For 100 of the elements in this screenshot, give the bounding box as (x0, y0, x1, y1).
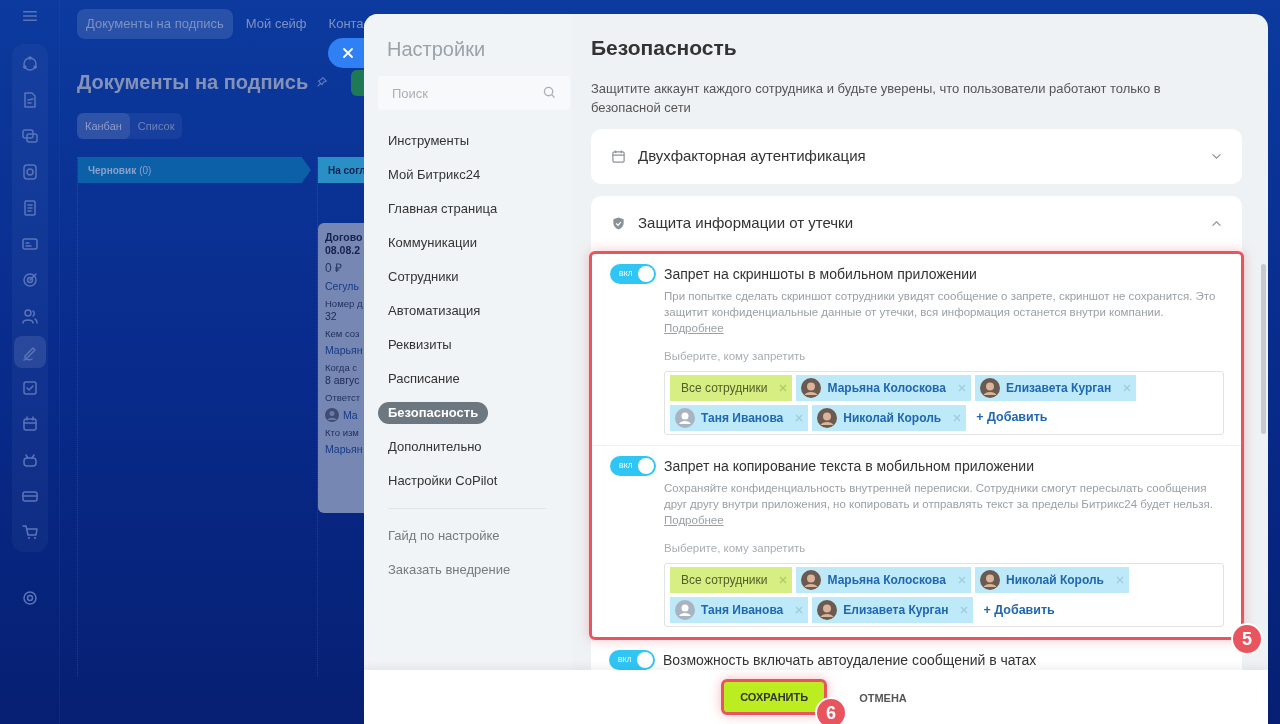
card-link[interactable]: Марьян (325, 443, 364, 457)
accordion-title[interactable]: Двухфакторная аутентификация (638, 144, 1199, 168)
settings-menu-item[interactable]: Сотрудники (378, 260, 469, 294)
settings-menu-item[interactable]: Автоматизация (378, 294, 491, 328)
id-card-icon[interactable] (20, 235, 39, 253)
column-header: На согл (318, 157, 364, 183)
recipient-field[interactable]: Все сотрудники Марьяна Колоскова Елизавета Курган Таня Иванова Николай Король + Добавить (664, 370, 1224, 435)
card-person[interactable]: Ма (343, 408, 358, 422)
remove-icon[interactable] (795, 413, 804, 422)
column-count: (0) (139, 163, 152, 178)
recipient-tag[interactable]: Николай Король (975, 567, 1129, 593)
settings-link[interactable]: Гайд по настройке (378, 519, 572, 553)
card-label: Номер д (325, 298, 364, 311)
avatar-icon (980, 377, 1000, 398)
add-link[interactable]: + Добавить (970, 408, 1054, 428)
close-icon (342, 47, 354, 59)
settings-menu-item[interactable]: Безопасность (378, 402, 489, 424)
nav-tab[interactable]: Мой сейф (236, 9, 316, 39)
settings-menu-item[interactable]: Инструменты (378, 124, 480, 158)
cancel-button[interactable]: ОТМЕНА (855, 690, 911, 707)
chevron-icon[interactable] (1211, 219, 1222, 227)
card-title: Догово (325, 231, 364, 245)
remove-icon[interactable] (1123, 383, 1132, 392)
picker-label: Выберите, кому запретить (664, 348, 807, 364)
card-label: Кто изм (325, 427, 360, 440)
menu-icon[interactable] (21, 10, 38, 22)
people-icon[interactable] (20, 307, 39, 325)
section-title: Безопасность (591, 35, 738, 61)
card-label: Кем соз (325, 328, 361, 341)
chat-icon[interactable] (20, 127, 39, 145)
search-icon[interactable] (543, 86, 556, 99)
recipient-tag[interactable]: Все сотрудники (670, 567, 793, 593)
search-field[interactable]: Поиск (378, 76, 570, 110)
recipient-tag[interactable]: Все сотрудники (670, 374, 793, 401)
shield-icon (611, 215, 626, 231)
remove-icon[interactable] (958, 576, 966, 584)
step-badge: 5 (1231, 623, 1263, 655)
card-amount: 0 ₽ (325, 261, 343, 277)
recipient-tag[interactable]: Елизавета Курган (975, 374, 1137, 401)
card-value: 8 авгус (325, 374, 361, 388)
option-title: Запрет на скриншоты в мобильном приложении (664, 264, 978, 284)
nav-tab[interactable]: Документы на подпись (77, 9, 233, 39)
remove-icon[interactable] (958, 383, 966, 392)
more-link[interactable]: Подробнее (664, 513, 724, 526)
nav-tab[interactable]: Конта (319, 9, 364, 39)
remove-icon[interactable] (795, 606, 804, 614)
settings-menu-item[interactable]: Дополнительно (378, 430, 492, 464)
recipient-tag[interactable]: Таня Иванова (670, 404, 809, 431)
pin-icon[interactable] (316, 75, 329, 88)
settings-menu-item[interactable]: Настройки CoPilot (378, 464, 508, 498)
avatar-icon (801, 377, 822, 398)
settings-icon[interactable] (20, 589, 39, 607)
step-badge: 6 (815, 697, 848, 724)
option-title: Запрет на копирование текста в мобильном приложении (664, 456, 1035, 476)
view-tab[interactable]: Список (129, 112, 183, 139)
cart-icon[interactable] (20, 523, 39, 541)
calendar-icon (611, 148, 626, 164)
card-label: Когда с (325, 362, 359, 375)
settings-menu-item[interactable]: Коммуникации (378, 226, 487, 260)
chevron-icon[interactable] (1211, 152, 1222, 160)
remove-icon[interactable] (960, 606, 969, 614)
checkbox-icon[interactable] (20, 379, 39, 397)
page-title: Документы на подпись (77, 69, 309, 95)
remove-icon[interactable] (779, 383, 788, 392)
settings-menu-item[interactable]: Расписание (378, 362, 470, 396)
remove-icon[interactable] (1115, 576, 1124, 584)
avatar-icon (325, 408, 339, 423)
card-value: 32 (325, 310, 338, 324)
recipient-tag[interactable]: Таня Иванова (670, 597, 809, 623)
column-title: Черновик (88, 163, 137, 178)
sync-icon[interactable] (20, 55, 39, 73)
remove-icon[interactable] (779, 576, 788, 584)
accordion-title[interactable]: Защита информации от утечки (638, 211, 1199, 235)
card-link[interactable]: Марьян (325, 344, 364, 358)
close-button[interactable] (328, 38, 364, 68)
card-label: Ответст (325, 392, 361, 405)
avatar-icon (980, 570, 1000, 590)
settings-menu-item[interactable]: Мой Битрикс24 (378, 158, 491, 192)
recipient-tag[interactable]: Николай Король (812, 404, 967, 431)
more-link[interactable]: Подробнее (664, 321, 724, 334)
settings-link[interactable]: Заказать внедрение (378, 553, 572, 587)
scrollbar[interactable] (1261, 264, 1266, 434)
section-description: Защитите аккаунт каждого сотрудника и будьте уверены, что пользователи работают только в безопасной сети (591, 79, 1162, 117)
target-icon[interactable] (20, 271, 39, 289)
option-title: Возможность включать автоудаление сообщений в чатах (663, 651, 1038, 670)
option-description: Сохраняйте конфиденциальность внутренней переписки. Сотрудники смогут пересылать сообщения друг другу внутри приложения, но копировать и отправлять текст за пределы Битрикс24 будет нельзя. Подробнее (664, 480, 1214, 528)
remove-icon[interactable] (953, 413, 962, 422)
card-link[interactable]: Сегуль (325, 280, 364, 294)
settings-menu-item[interactable]: Реквизиты (378, 328, 462, 362)
recipient-tag[interactable]: Елизавета Курган (812, 597, 974, 623)
picker-label: Выберите, кому запретить (664, 540, 807, 556)
recipient-tag[interactable]: Марьяна Колоскова (796, 567, 971, 593)
recipient-tag[interactable]: Марьяна Колоскова (796, 374, 971, 401)
view-tab[interactable]: Канбан (77, 112, 130, 139)
recipient-field[interactable]: Все сотрудники Марьяна Колоскова Николай Король Таня Иванова Елизавета Курган + Добавить (664, 563, 1224, 627)
calendar-icon[interactable] (20, 415, 39, 433)
avatar-icon (675, 407, 695, 428)
add-link[interactable]: + Добавить (977, 600, 1061, 620)
settings-menu-item[interactable]: Главная страница (378, 192, 508, 226)
avatar-icon (817, 600, 838, 620)
